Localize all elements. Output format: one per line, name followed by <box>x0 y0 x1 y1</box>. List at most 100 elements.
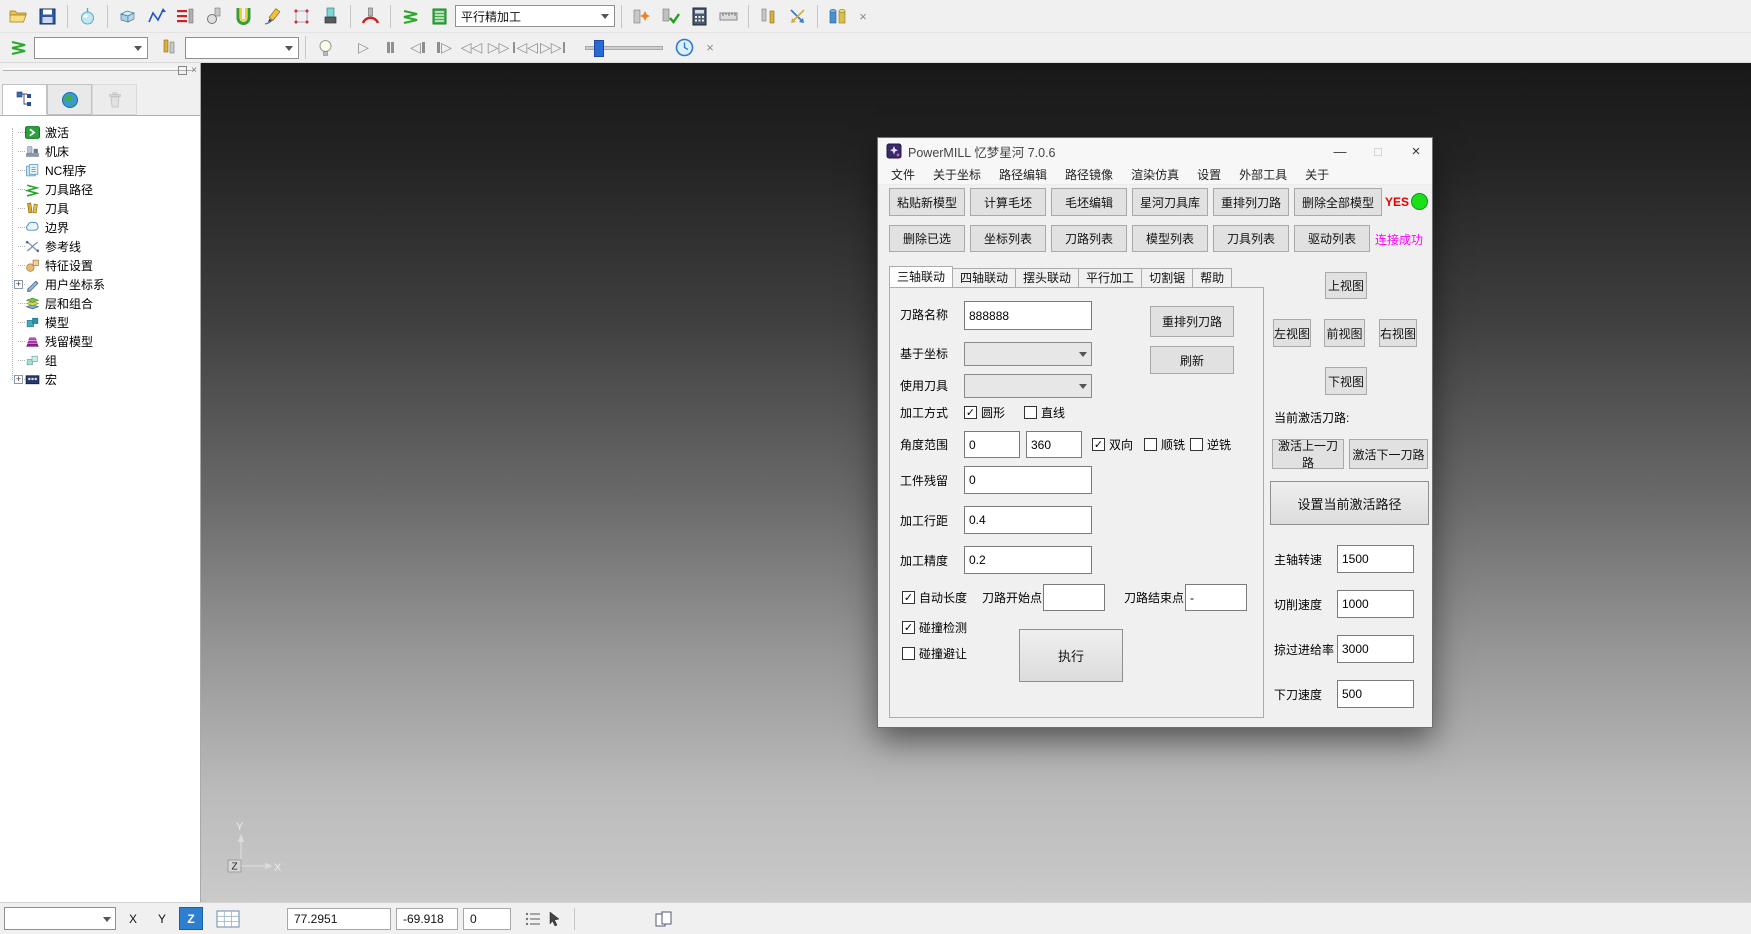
skim-feed-input[interactable] <box>1337 635 1414 663</box>
pages-icon[interactable] <box>654 910 674 928</box>
lead-link-icon[interactable] <box>357 3 384 29</box>
front-view-button[interactable]: 前视图 <box>1324 319 1365 347</box>
axis-z-button[interactable]: Z <box>179 907 203 930</box>
tree-item-machine[interactable]: 机床 <box>25 142 200 161</box>
tool-icon[interactable] <box>201 3 228 29</box>
tab-help[interactable]: 帮助 <box>1192 268 1232 287</box>
drive-list-button[interactable]: 驱动列表 <box>1294 225 1370 252</box>
activate-prev-button[interactable]: 激活上一刀路 <box>1272 439 1344 469</box>
checkbox-box[interactable] <box>902 647 915 660</box>
sim-toolpath-combobox[interactable] <box>34 37 148 59</box>
tab-explorer[interactable] <box>2 84 47 115</box>
minimize-icon[interactable]: — <box>1324 138 1356 164</box>
expand-icon[interactable]: + <box>14 280 23 289</box>
tree-item-boundaries[interactable]: 边界 <box>25 218 200 237</box>
list-options-icon[interactable] <box>524 911 542 927</box>
base-coord-combobox[interactable] <box>964 342 1092 366</box>
sim-tool-combobox[interactable] <box>185 37 299 59</box>
collision-check-checkbox[interactable]: 碰撞检测 <box>902 619 967 636</box>
tree-item-tools[interactable]: 刀具 <box>25 199 200 218</box>
collision-check-icon[interactable] <box>230 3 257 29</box>
menu-path-edit[interactable]: 路径编辑 <box>990 166 1056 183</box>
statusbar-combobox[interactable] <box>4 907 116 930</box>
tool-holder-icon[interactable] <box>317 3 344 29</box>
toolpath-list-button[interactable]: 刀路列表 <box>1051 225 1127 252</box>
go-start-icon[interactable]: ◁◁ <box>513 36 538 60</box>
right-view-button[interactable]: 右视图 <box>1379 319 1417 347</box>
tree-item-groups[interactable]: 组 <box>25 351 200 370</box>
panel-header[interactable]: × <box>0 63 200 82</box>
linear-checkbox[interactable]: 直线 <box>1024 404 1065 421</box>
tree-item-levels-sets[interactable]: 层和组合 <box>25 294 200 313</box>
tab-4axis[interactable]: 四轴联动 <box>952 268 1016 287</box>
search-forward-icon[interactable]: ▷▷ <box>486 36 511 60</box>
blank-edit-button[interactable]: 毛坯编辑 <box>1051 188 1127 216</box>
tab-3axis[interactable]: 三轴联动 <box>889 266 953 287</box>
tab-head[interactable]: 摆头联动 <box>1015 268 1079 287</box>
menu-about-coords[interactable]: 关于坐标 <box>924 166 990 183</box>
menu-render-sim[interactable]: 渲染仿真 <box>1122 166 1188 183</box>
toolbar-close-icon[interactable]: × <box>853 6 873 26</box>
tree-item-activate[interactable]: 激活 <box>25 123 200 142</box>
checkbox-box[interactable] <box>902 621 915 634</box>
create-block-icon[interactable] <box>114 3 141 29</box>
toolpath-name-input[interactable] <box>964 301 1092 330</box>
checkbox-box[interactable] <box>1144 438 1157 451</box>
database-icon[interactable] <box>824 3 851 29</box>
axis-x-button[interactable]: X <box>121 907 145 930</box>
tree-item-patterns[interactable]: 参考线 <box>25 237 200 256</box>
curve-editor-icon[interactable] <box>259 3 286 29</box>
menu-external-tools[interactable]: 外部工具 <box>1230 166 1296 183</box>
expand-icon[interactable]: + <box>14 375 23 384</box>
transform-icon[interactable] <box>784 3 811 29</box>
checkbox-box[interactable] <box>1092 438 1105 451</box>
set-active-path-button[interactable]: 设置当前激活路径 <box>1270 481 1429 525</box>
slider-handle[interactable] <box>594 40 604 57</box>
cutting-feed-input[interactable] <box>1337 590 1414 618</box>
play-icon[interactable]: ▷ <box>351 36 376 60</box>
save-project-icon[interactable] <box>34 3 61 29</box>
activate-next-button[interactable]: 激活下一刀路 <box>1349 439 1428 469</box>
grid-icon[interactable] <box>216 909 240 929</box>
tolerance-input[interactable] <box>964 546 1092 574</box>
rearrange-button[interactable]: 重排列刀路 <box>1150 306 1234 337</box>
tab-globe[interactable] <box>47 84 92 115</box>
angle-to-input[interactable] <box>1026 431 1082 458</box>
pattern-icon[interactable] <box>288 3 315 29</box>
open-project-icon[interactable] <box>5 3 32 29</box>
bidirectional-checkbox[interactable]: 双向 <box>1092 436 1133 453</box>
tool-change-icon[interactable] <box>755 3 782 29</box>
close-icon[interactable]: × <box>1400 138 1432 164</box>
float-panel-icon[interactable] <box>178 66 187 75</box>
speed-slider[interactable] <box>585 46 663 50</box>
delete-all-models-button[interactable]: 删除全部模型 <box>1294 188 1382 216</box>
toolbar-close-icon[interactable]: × <box>700 38 720 58</box>
menu-about[interactable]: 关于 <box>1296 166 1338 183</box>
close-panel-icon[interactable]: × <box>191 65 197 76</box>
paste-new-model-button[interactable]: 粘贴新模型 <box>889 188 965 216</box>
toolpath-verify-icon[interactable] <box>628 3 655 29</box>
refresh-button[interactable]: 刷新 <box>1150 346 1234 374</box>
model-list-button[interactable]: 模型列表 <box>1132 225 1208 252</box>
use-tool-combobox[interactable] <box>964 374 1092 398</box>
stepover-input[interactable] <box>964 506 1092 534</box>
menu-file[interactable]: 文件 <box>882 166 924 183</box>
toolpath-icon[interactable] <box>397 3 424 29</box>
checkbox-box[interactable] <box>902 591 915 604</box>
rearrange-toolpaths-button[interactable]: 重排列刀路 <box>1213 188 1289 216</box>
spindle-speed-input[interactable] <box>1337 545 1414 573</box>
strategy-combobox[interactable]: 平行精加工 <box>455 5 615 27</box>
calculator-icon[interactable] <box>686 3 713 29</box>
circular-checkbox[interactable]: 圆形 <box>964 404 1005 421</box>
execute-button[interactable]: 执行 <box>1019 629 1123 682</box>
tree-item-toolpaths[interactable]: 刀具路径 <box>25 180 200 199</box>
feed-rate-icon[interactable] <box>172 3 199 29</box>
checkbox-box[interactable] <box>1190 438 1203 451</box>
angle-from-input[interactable] <box>964 431 1020 458</box>
dialog-titlebar[interactable]: PowerMILL 忆梦星河 7.0.6 — □ × <box>878 138 1432 164</box>
clock-icon[interactable] <box>671 35 698 61</box>
tree-item-feature-sets[interactable]: 特征设置 <box>25 256 200 275</box>
strategy-list-icon[interactable] <box>426 3 453 29</box>
coord-list-button[interactable]: 坐标列表 <box>970 225 1046 252</box>
blank-icon[interactable] <box>74 3 101 29</box>
